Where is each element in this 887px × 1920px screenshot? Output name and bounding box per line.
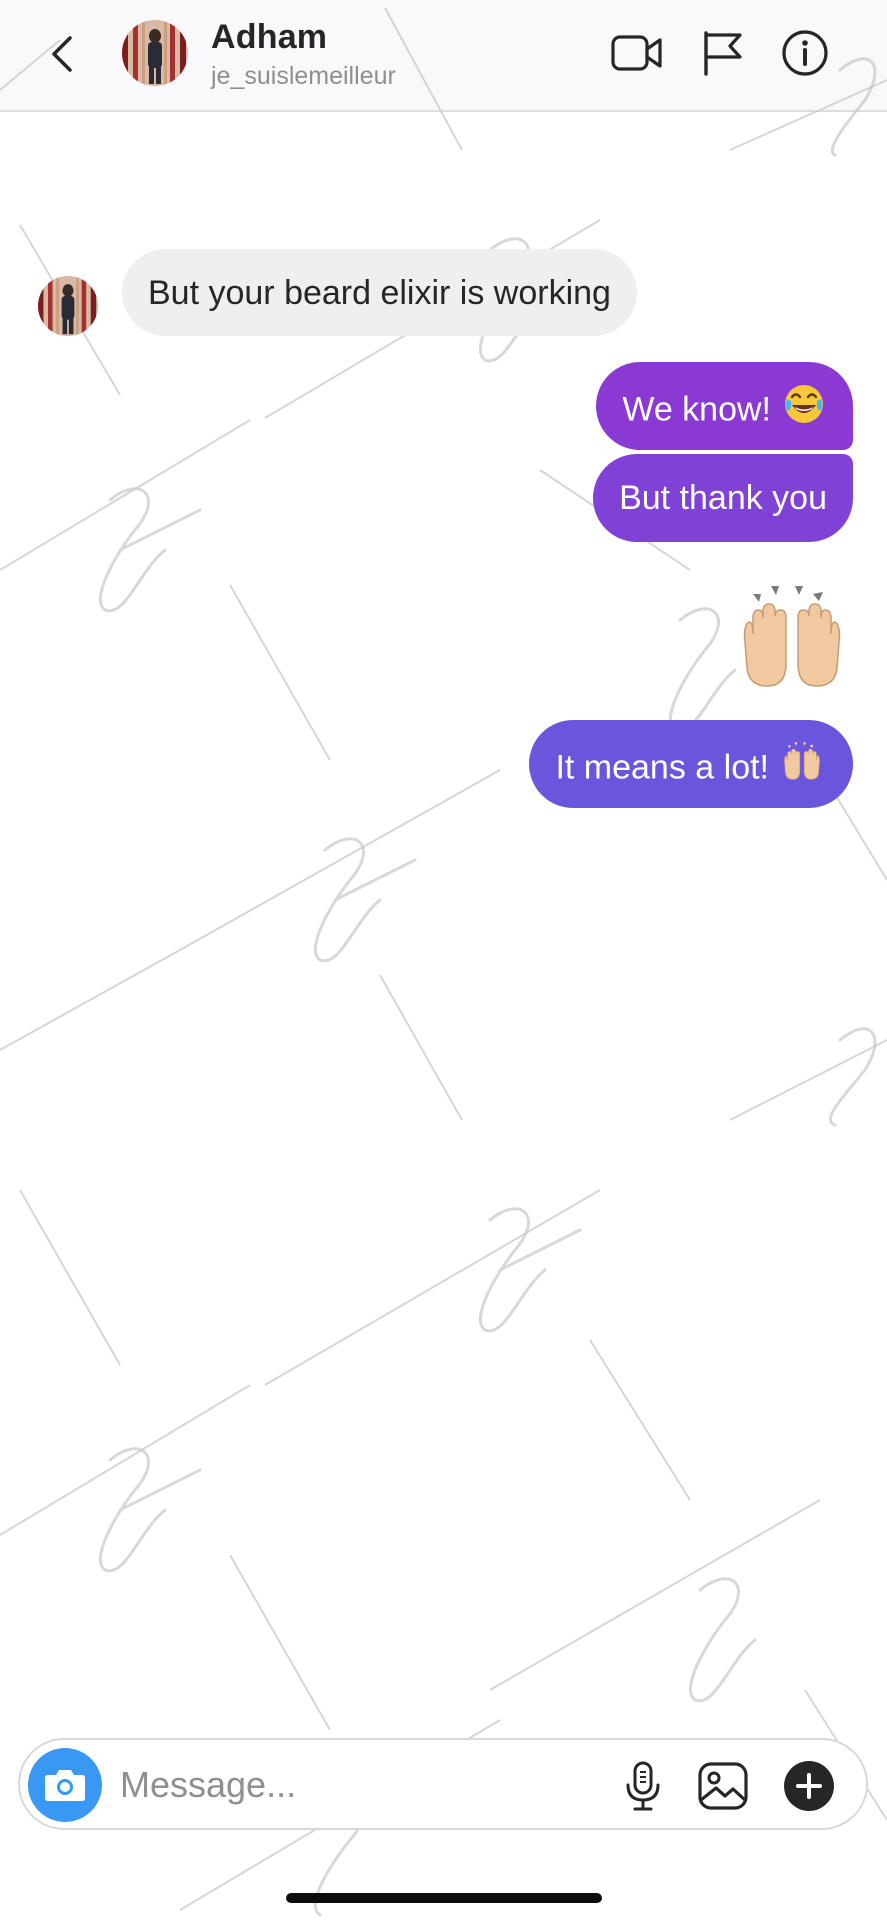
message-composer: [18, 1738, 868, 1830]
message-bubble-outgoing[interactable]: We know!: [596, 362, 853, 450]
info-icon: [782, 30, 828, 76]
video-call-button[interactable]: [610, 28, 664, 78]
flag-icon: [704, 31, 742, 76]
gallery-icon: [698, 1762, 748, 1810]
voice-message-button[interactable]: [616, 1758, 670, 1814]
sender-avatar[interactable]: [38, 276, 98, 336]
plus-icon: [784, 1761, 834, 1811]
contact-username[interactable]: je_suislemeilleur: [211, 62, 396, 91]
message-text: But thank you: [619, 479, 827, 517]
message-bubble-incoming[interactable]: But your beard elixir is working: [122, 249, 637, 336]
microphone-icon: [626, 1761, 660, 1811]
avatar-image: [122, 20, 188, 86]
message-input[interactable]: [120, 1758, 620, 1812]
conversation-info-button[interactable]: [778, 28, 832, 78]
contact-name[interactable]: Adham: [211, 18, 327, 57]
message-text: It means a lot!: [555, 748, 769, 787]
message-bubble-outgoing[interactable]: But thank you: [593, 454, 853, 542]
camera-icon: [45, 1770, 85, 1801]
message-bubble-outgoing[interactable]: It means a lot!: [529, 720, 853, 808]
raising-hands-emoji-icon[interactable]: [735, 582, 849, 696]
gallery-button[interactable]: [696, 1758, 750, 1814]
message-text: But your beard elixir is working: [148, 274, 611, 312]
raising-hands-emoji-icon: [781, 741, 823, 792]
home-indicator[interactable]: [286, 1893, 602, 1903]
more-options-button[interactable]: [782, 1758, 836, 1814]
avatar-image: [38, 276, 98, 336]
report-button[interactable]: [696, 28, 750, 78]
camera-button[interactable]: [28, 1748, 102, 1822]
tears-of-joy-emoji-icon: [783, 383, 825, 434]
message-text: We know!: [622, 390, 771, 429]
chat-header: Adham je_suislemeilleur: [0, 0, 887, 112]
back-button[interactable]: [42, 28, 86, 78]
contact-avatar[interactable]: [122, 20, 188, 86]
back-chevron-icon: [52, 36, 72, 72]
video-call-icon: [611, 35, 662, 71]
